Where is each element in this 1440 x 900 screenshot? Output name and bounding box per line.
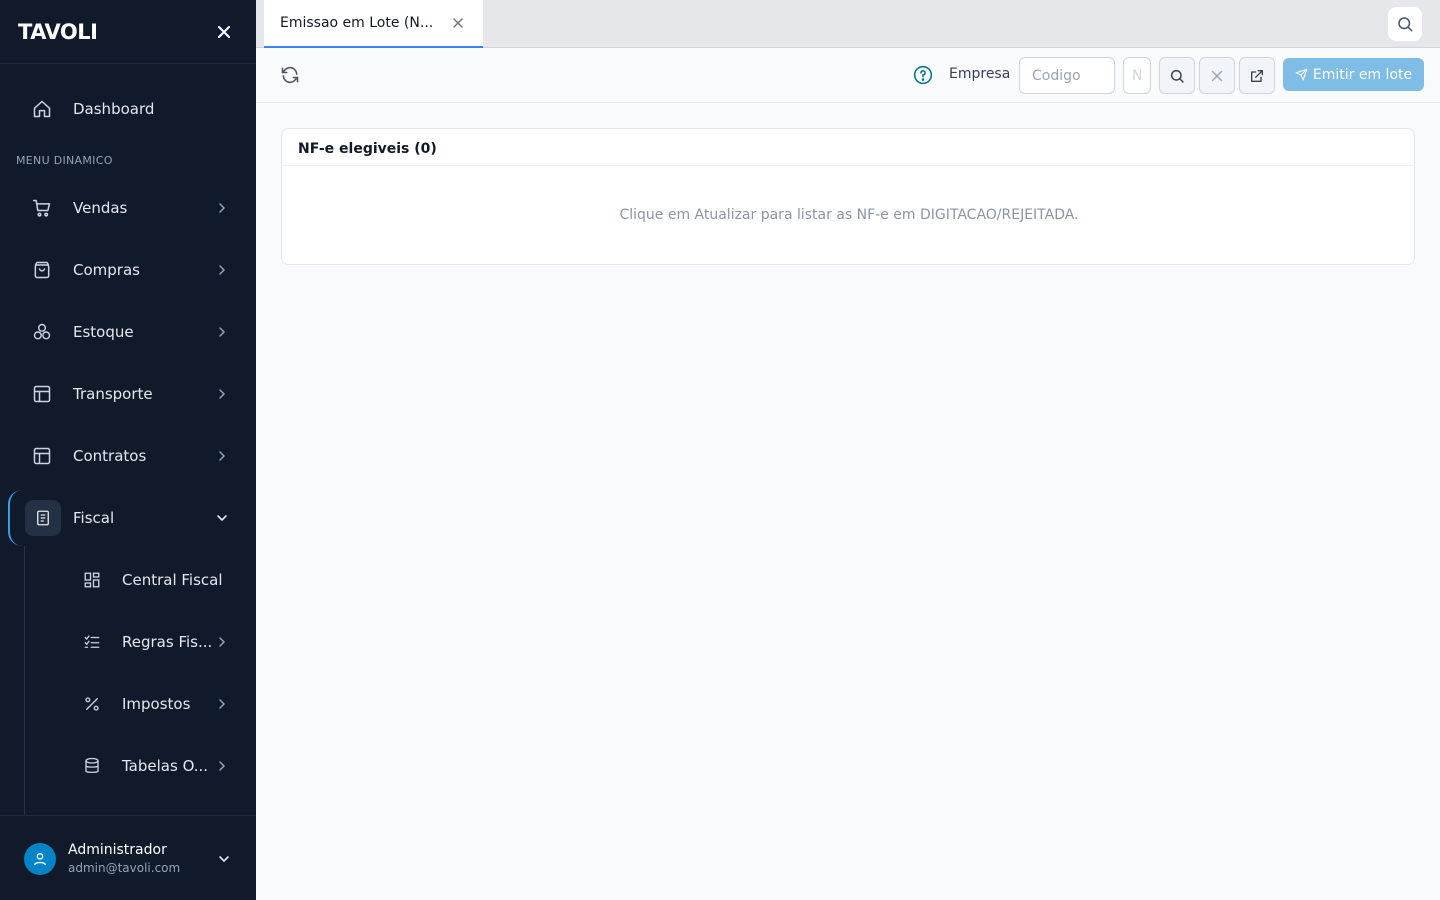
sidebar-item-label: Vendas xyxy=(73,199,128,217)
search-icon xyxy=(1398,17,1413,32)
sidebar-item-fiscal[interactable]: Fiscal xyxy=(0,494,256,542)
empresa-nome-input[interactable] xyxy=(1123,57,1151,94)
chevron-down-icon xyxy=(214,510,230,526)
tab-close-button[interactable] xyxy=(451,16,465,30)
sidebar: TAVOLI Dashboard MENU DINAMICO Vendas Co… xyxy=(0,0,256,900)
user-name: Administrador xyxy=(68,842,167,858)
chevron-right-icon xyxy=(214,758,230,774)
user-email: admin@tavoli.com xyxy=(68,861,181,875)
close-icon xyxy=(453,18,463,28)
emitir-em-lote-button[interactable]: Emitir em lote xyxy=(1283,58,1424,91)
sidebar-item-label: Fiscal xyxy=(73,509,115,527)
toolbar: Empresa Emitir em lote xyxy=(256,48,1440,103)
emit-button-label: Emitir em lote xyxy=(1312,66,1413,83)
database-icon xyxy=(81,755,103,777)
clear-empresa-button[interactable] xyxy=(1199,57,1235,94)
chevron-down-icon[interactable] xyxy=(216,851,232,867)
cart-icon xyxy=(31,197,53,219)
layout-icon xyxy=(31,383,53,405)
sidebar-subitem-tabelas[interactable]: Tabelas O... xyxy=(0,742,256,790)
tab-label: Emissao em Lote (N... xyxy=(280,15,434,31)
sidebar-subitem-impostos[interactable]: Impostos xyxy=(0,680,256,728)
open-external-button[interactable] xyxy=(1239,57,1275,94)
help-icon[interactable] xyxy=(913,65,933,85)
card-header: NF-e elegiveis (0) xyxy=(282,129,1414,166)
empresa-label: Empresa xyxy=(949,66,1011,82)
tab-bar: Emissao em Lote (N... xyxy=(256,0,1440,48)
brand-logo: TAVOLI xyxy=(18,19,98,44)
search-icon xyxy=(1170,69,1184,83)
empty-state-message: Clique em Atualizar para listar as NF-e … xyxy=(619,207,1079,223)
tab-emissao-em-lote[interactable]: Emissao em Lote (N... xyxy=(264,0,483,48)
sidebar-item-contratos[interactable]: Contratos xyxy=(0,432,256,480)
chevron-right-icon xyxy=(214,200,230,216)
chevron-right-icon xyxy=(214,634,230,650)
checklist-icon xyxy=(81,631,103,653)
chevron-right-icon xyxy=(214,262,230,278)
close-icon xyxy=(218,25,230,38)
close-sidebar-button[interactable] xyxy=(214,22,234,42)
sidebar-subitem-label: Impostos xyxy=(122,695,191,713)
chevron-right-icon xyxy=(214,324,230,340)
nfe-elegiveis-card: NF-e elegiveis (0) Clique em Atualizar p… xyxy=(281,128,1415,265)
home-icon xyxy=(31,98,53,120)
sidebar-item-label: Estoque xyxy=(73,323,134,341)
user-profile[interactable]: Administrador admin@tavoli.com xyxy=(0,815,256,900)
sidebar-item-label: Transporte xyxy=(73,385,153,403)
close-icon xyxy=(1211,70,1223,81)
user-icon xyxy=(34,853,46,866)
sidebar-item-label: Dashboard xyxy=(73,100,155,118)
sidebar-item-transporte[interactable]: Transporte xyxy=(0,370,256,418)
boxes-icon xyxy=(31,321,53,343)
global-search-button[interactable] xyxy=(1388,7,1422,41)
sidebar-header: TAVOLI xyxy=(0,0,256,64)
sidebar-item-dashboard[interactable]: Dashboard xyxy=(0,85,256,133)
shopping-bag-icon xyxy=(31,259,53,281)
sidebar-subitem-central-fiscal[interactable]: Central Fiscal xyxy=(0,556,256,604)
avatar xyxy=(24,843,56,875)
grid-icon xyxy=(81,569,103,591)
empresa-codigo-input[interactable] xyxy=(1019,57,1115,94)
sidebar-item-label: Contratos xyxy=(73,447,147,465)
chevron-right-icon xyxy=(214,448,230,464)
layout-icon xyxy=(31,445,53,467)
chevron-right-icon xyxy=(214,696,230,712)
send-icon xyxy=(1295,68,1308,81)
refresh-button[interactable] xyxy=(278,63,302,87)
chevron-right-icon xyxy=(214,386,230,402)
sidebar-item-label: Compras xyxy=(73,261,140,279)
percent-icon xyxy=(81,693,103,715)
sidebar-item-compras[interactable]: Compras xyxy=(0,246,256,294)
section-label: MENU DINAMICO xyxy=(16,154,113,167)
refresh-icon xyxy=(281,66,299,84)
sidebar-subitem-regras-fiscais[interactable]: Regras Fis... xyxy=(0,618,256,666)
external-link-icon xyxy=(1251,69,1263,82)
card-title: NF-e elegiveis (0) xyxy=(298,141,437,157)
sidebar-subitem-label: Tabelas O... xyxy=(122,757,209,775)
sidebar-subitem-label: Central Fiscal xyxy=(122,571,223,589)
sidebar-item-vendas[interactable]: Vendas xyxy=(0,184,256,232)
sidebar-subitem-label: Regras Fis... xyxy=(122,633,213,651)
sidebar-item-estoque[interactable]: Estoque xyxy=(0,308,256,356)
search-empresa-button[interactable] xyxy=(1159,57,1195,94)
